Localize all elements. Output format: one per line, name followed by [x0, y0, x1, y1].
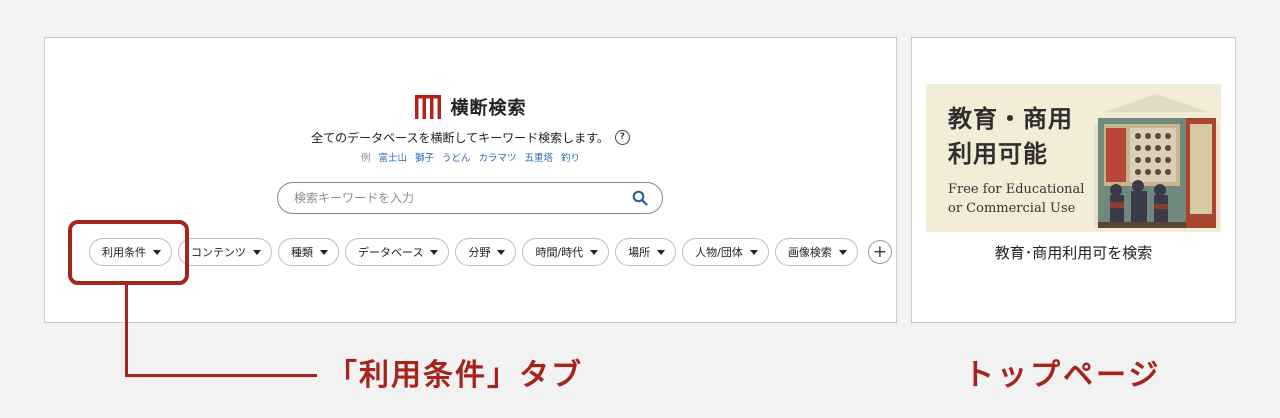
banner-title: 教育・商用 利用可能	[948, 102, 1088, 172]
filter-tab-label: 人物/団体	[695, 246, 743, 259]
filter-tab-contents[interactable]: コンテンツ	[178, 238, 272, 266]
museum-logo-icon	[414, 95, 441, 119]
search-icon[interactable]	[632, 190, 648, 206]
example-link[interactable]: うどん	[442, 150, 471, 164]
tab-callout-label: 「利用条件」タブ	[327, 358, 583, 393]
banner-subtitle-line: Free for Educational	[948, 182, 1085, 197]
caret-down-icon	[320, 249, 328, 255]
filter-tab-label: 画像検索	[787, 246, 832, 259]
filter-tab-person[interactable]: 人物/団体	[682, 238, 769, 266]
callout-line	[125, 285, 128, 377]
examples-label: 例	[360, 153, 371, 164]
banner-subtitle-line: or Commercial Use	[948, 201, 1076, 216]
filter-tab-label: 場所	[628, 246, 651, 259]
filter-tab-field[interactable]: 分野	[455, 238, 517, 266]
tagline-row: 全てのデータベースを横断してキーワード検索します。 ?	[45, 129, 896, 146]
filter-tab-database[interactable]: データベース	[345, 238, 450, 266]
educational-use-banner[interactable]: 教育・商用 利用可能 Free for Educational or Comme…	[926, 84, 1221, 232]
banner-title-line: 教育・商用	[948, 105, 1073, 133]
educational-use-search-link[interactable]: 教育･商用利用可を検索	[912, 242, 1235, 263]
filter-tab-image-search[interactable]: 画像検索	[774, 238, 858, 266]
filter-tab-place[interactable]: 場所	[615, 238, 677, 266]
banner-subtitle: Free for Educational or Commercial Use	[948, 180, 1098, 218]
search-bar	[277, 182, 663, 214]
filter-tab-label: 時間/時代	[535, 246, 584, 259]
examples-row: 例 富士山 獅子 うどん カラマツ 五重塔 釣り	[45, 150, 896, 164]
filter-tab-period[interactable]: 時間/時代	[522, 238, 610, 266]
example-link[interactable]: 釣り	[561, 150, 580, 164]
filter-tab-label: コンテンツ	[191, 246, 246, 259]
highlight-frame	[68, 220, 189, 285]
filter-tab-label: 分野	[468, 246, 491, 259]
top-page-panel: 教育・商用 利用可能 Free for Educational or Comme…	[911, 37, 1236, 323]
filter-tab-label: 種類	[291, 246, 313, 259]
caret-down-icon	[430, 249, 439, 255]
help-icon[interactable]: ?	[614, 130, 630, 145]
caret-down-icon	[749, 249, 758, 255]
tagline: 全てのデータベースを横断してキーワード検索します。	[311, 131, 609, 145]
page-title: 横断検索	[450, 98, 527, 119]
example-link[interactable]: カラマツ	[479, 150, 517, 164]
woodblock-print-image	[1094, 94, 1219, 228]
caret-down-icon	[838, 249, 847, 255]
caret-down-icon	[497, 249, 506, 255]
filter-tab-label: データベース	[358, 246, 424, 259]
filter-tabs: 利用条件 コンテンツ 種類 データベース 分野 時間/時代 場所 人物/団体 画…	[89, 238, 892, 266]
plus-icon[interactable]: +	[867, 240, 892, 264]
caret-down-icon	[590, 249, 599, 255]
caret-down-icon	[253, 249, 261, 255]
example-link[interactable]: 富士山	[378, 150, 407, 164]
search-input[interactable]	[292, 190, 632, 206]
caret-down-icon	[657, 249, 666, 255]
top-page-label: トップページ	[964, 358, 1162, 393]
logo-row: 横断検索	[45, 94, 896, 120]
filter-tab-type[interactable]: 種類	[278, 238, 339, 266]
banner-title-line: 利用可能	[948, 140, 1048, 168]
example-link[interactable]: 獅子	[415, 150, 434, 164]
callout-line	[125, 374, 317, 377]
example-link[interactable]: 五重塔	[525, 150, 554, 164]
